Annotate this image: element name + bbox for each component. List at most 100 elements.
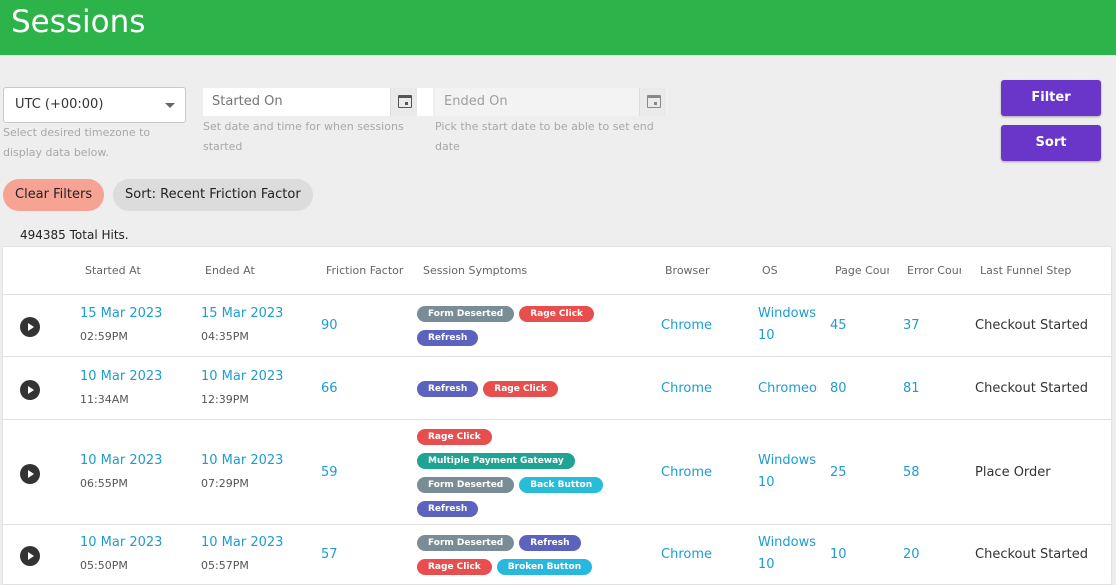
session-symptoms: Refresh Rage Click [417,381,617,405]
table-row[interactable]: 15 Mar 2023 02:59PM 15 Mar 2023 04:35PM 90 Ch… [3,295,1111,357]
column-header-started-at[interactable]: Started At [85,264,185,277]
ended-at-time: 07:29PM [201,477,249,490]
chevron-down-icon [165,103,175,108]
page-header: Sessions [0,0,1116,55]
session-symptoms: Form Deserted Refresh Rage Click Broken But… [417,535,617,583]
symptom-badge: Multiple Payment Gateway [417,453,575,469]
page-count-value[interactable]: 25 [830,465,847,480]
column-header-error-count[interactable]: Error Count [907,264,961,277]
ended-on-calendar-button[interactable] [639,88,666,116]
ended-at-time: 05:57PM [201,559,249,572]
sort-button[interactable]: Sort [1001,125,1101,161]
symptom-badge: Rage Click [417,559,492,575]
error-count-value[interactable]: 58 [903,465,920,480]
started-on-calendar-button[interactable] [390,88,417,116]
started-at-date[interactable]: 10 Mar 2023 [80,369,162,384]
session-symptoms: Rage Click Multiple Payment Gateway Form D… [417,429,617,525]
browser-value[interactable]: Chrome [661,465,712,480]
started-at-time: 05:50PM [80,559,128,572]
friction-factor-value[interactable]: 90 [321,318,338,333]
sessions-table: Started At Ended At Friction Factor Sess… [3,247,1111,585]
column-header-ended-at[interactable]: Ended At [205,264,305,277]
play-icon[interactable] [20,317,40,337]
ended-on-help: Pick the start date to be able to set en… [435,120,654,153]
ended-at-date[interactable]: 15 Mar 2023 [201,306,283,321]
symptom-badge: Back Button [519,477,604,493]
symptom-badge: Form Deserted [417,306,515,322]
started-at-time: 11:34AM [80,393,129,406]
ended-on-placeholder: Ended On [444,94,508,109]
table-row[interactable]: 10 Mar 2023 05:50PM 10 Mar 2023 05:57PM 57 Ch… [3,525,1111,585]
symptom-badge: Refresh [417,501,479,517]
os-value[interactable]: Chromeos [758,381,818,396]
column-header-friction-factor[interactable]: Friction Factor [326,264,405,277]
ended-at-date[interactable]: 10 Mar 2023 [201,369,283,384]
table-row[interactable]: 10 Mar 2023 11:34AM 10 Mar 2023 12:39PM 66 Ch… [3,357,1111,420]
ended-on-input[interactable]: Ended On [435,88,667,116]
symptom-badge: Form Deserted [417,477,515,493]
started-on-placeholder: Started On [212,94,283,109]
os-version[interactable]: 10 [758,475,820,490]
error-count-value[interactable]: 81 [903,381,920,396]
timezone-select[interactable]: UTC (+00:00) [3,87,186,123]
ended-at-date[interactable]: 10 Mar 2023 [201,453,283,468]
symptom-badge: Refresh [417,330,479,346]
friction-factor-value[interactable]: 66 [321,381,338,396]
started-at-date[interactable]: 10 Mar 2023 [80,453,162,468]
column-header-page-count[interactable]: Page Count [835,264,889,277]
timezone-value: UTC (+00:00) [15,97,104,112]
symptom-badge: Rage Click [417,429,492,445]
friction-factor-value[interactable]: 57 [321,547,338,562]
column-header-os[interactable]: OS [762,264,822,277]
page-count-value[interactable]: 80 [830,381,847,396]
page-title: Sessions [11,4,146,40]
column-header-last-funnel-step[interactable]: Last Funnel Step [980,264,1100,277]
last-funnel-step-value: Checkout Started [975,318,1088,333]
last-funnel-step-value: Place Order [975,465,1051,480]
symptom-badge: Rage Click [483,381,559,397]
browser-value[interactable]: Chrome [661,318,712,333]
sort-chip[interactable]: Sort: Recent Friction Factor [113,179,313,211]
session-symptoms: Form Deserted Rage Click Refresh [417,306,617,354]
last-funnel-step-value: Checkout Started [975,381,1088,396]
calendar-icon [647,95,661,108]
play-icon[interactable] [20,546,40,566]
friction-factor-value[interactable]: 59 [321,465,338,480]
symptom-badge: Broken Button [496,559,593,575]
symptom-badge: Refresh [417,381,479,397]
started-at-time: 06:55PM [80,477,128,490]
browser-value[interactable]: Chrome [661,381,712,396]
ended-at-date[interactable]: 10 Mar 2023 [201,535,283,550]
play-icon[interactable] [20,464,40,484]
started-at-time: 02:59PM [80,330,128,343]
timezone-help: Select desired timezone to display data … [3,126,151,159]
os-value[interactable]: Windows [758,306,820,321]
column-header-browser[interactable]: Browser [665,264,745,277]
os-version[interactable]: 10 [758,328,820,343]
calendar-icon [398,95,412,108]
symptom-badge: Refresh [519,535,581,551]
page-count-value[interactable]: 10 [830,547,847,562]
os-version[interactable]: 10 [758,557,820,572]
ended-at-time: 04:35PM [201,330,249,343]
clear-filters-chip[interactable]: Clear Filters [3,179,105,211]
total-hits: 494385 Total Hits. [20,228,129,242]
column-header-session-symptoms[interactable]: Session Symptoms [423,264,623,277]
error-count-value[interactable]: 20 [903,547,920,562]
error-count-value[interactable]: 37 [903,318,920,333]
page-count-value[interactable]: 45 [830,318,847,333]
started-on-help: Set date and time for when sessions star… [203,120,404,153]
ended-at-time: 12:39PM [201,393,249,406]
started-at-date[interactable]: 10 Mar 2023 [80,535,162,550]
last-funnel-step-value: Checkout Started [975,547,1088,562]
filter-button[interactable]: Filter [1001,80,1101,116]
symptom-badge: Rage Click [519,306,595,322]
os-value[interactable]: Windows [758,535,820,550]
started-at-date[interactable]: 15 Mar 2023 [80,306,162,321]
os-value[interactable]: Windows [758,453,820,468]
started-on-input[interactable]: Started On [203,88,433,116]
play-icon[interactable] [20,380,40,400]
table-row[interactable]: 10 Mar 2023 06:55PM 10 Mar 2023 07:29PM 59 Ch… [3,420,1111,525]
symptom-badge: Form Deserted [417,535,515,551]
browser-value[interactable]: Chrome [661,547,712,562]
